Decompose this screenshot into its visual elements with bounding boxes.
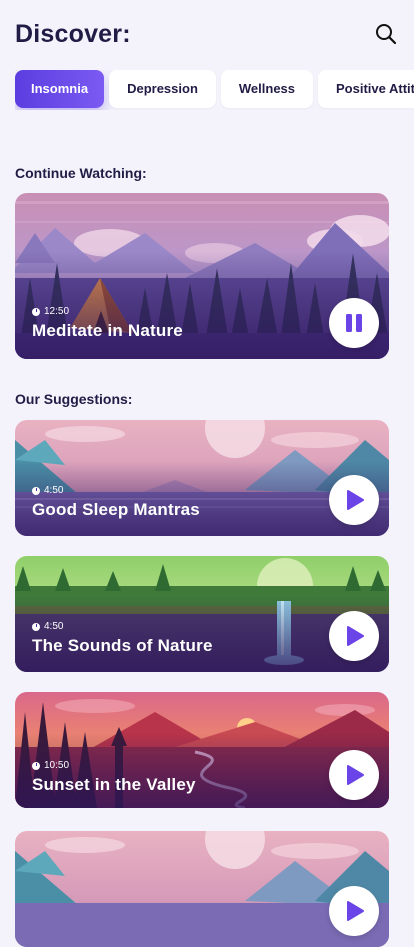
- clock-icon: [32, 761, 40, 770]
- search-button[interactable]: [373, 21, 399, 47]
- category-chip-wellness[interactable]: Wellness: [220, 70, 314, 108]
- pause-icon: [346, 314, 362, 332]
- continue-watching-card[interactable]: 12:50 Meditate in Nature: [15, 193, 389, 359]
- moonlit-lake-illustration: [15, 831, 389, 947]
- duration: 12:50: [32, 306, 183, 317]
- header: Discover:: [15, 18, 399, 54]
- category-chip-depression[interactable]: Depression: [109, 70, 216, 108]
- card-meta: 4:50 The Sounds of Nature: [32, 621, 213, 656]
- suggestion-card[interactable]: [15, 831, 389, 947]
- clock-icon: [32, 622, 40, 631]
- suggestion-card[interactable]: 10:50 Sunset in the Valley: [15, 692, 389, 808]
- suggestion-card[interactable]: 4:50 Good Sleep Mantras: [15, 420, 389, 536]
- card-title: Good Sleep Mantras: [32, 500, 200, 519]
- play-button[interactable]: [329, 886, 379, 936]
- card-meta: 10:50 Sunset in the Valley: [32, 760, 196, 795]
- page-title: Discover:: [15, 20, 131, 48]
- play-icon: [347, 765, 364, 785]
- clock-icon: [32, 307, 40, 316]
- play-button[interactable]: [329, 750, 379, 800]
- play-icon: [347, 901, 364, 921]
- card-title: The Sounds of Nature: [32, 636, 213, 655]
- suggestions-heading: Our Suggestions:: [15, 391, 133, 407]
- duration: 10:50: [32, 760, 196, 771]
- category-chip-positive-attitude[interactable]: Positive Attitude: [318, 70, 414, 108]
- duration-text: 10:50: [44, 760, 70, 771]
- card-meta: 4:50 Good Sleep Mantras: [32, 485, 200, 520]
- duration-text: 12:50: [44, 306, 70, 317]
- duration-text: 4:50: [44, 621, 64, 632]
- play-button[interactable]: [329, 611, 379, 661]
- card-title: Sunset in the Valley: [32, 775, 196, 794]
- clock-icon: [32, 486, 40, 495]
- search-icon: [376, 24, 397, 45]
- duration-text: 4:50: [44, 485, 64, 496]
- duration: 4:50: [32, 485, 200, 496]
- category-tabs: Insomnia Depression Wellness Positive Attit…: [15, 70, 414, 110]
- pause-button[interactable]: [329, 298, 379, 348]
- continue-watching-heading: Continue Watching:: [15, 165, 147, 181]
- play-button[interactable]: [329, 475, 379, 525]
- duration: 4:50: [32, 621, 213, 632]
- category-chip-insomnia[interactable]: Insomnia: [15, 70, 105, 108]
- card-title: Meditate in Nature: [32, 321, 183, 340]
- play-icon: [347, 490, 364, 510]
- suggestion-card[interactable]: 4:50 The Sounds of Nature: [15, 556, 389, 672]
- play-icon: [347, 626, 364, 646]
- card-meta: 12:50 Meditate in Nature: [32, 306, 183, 341]
